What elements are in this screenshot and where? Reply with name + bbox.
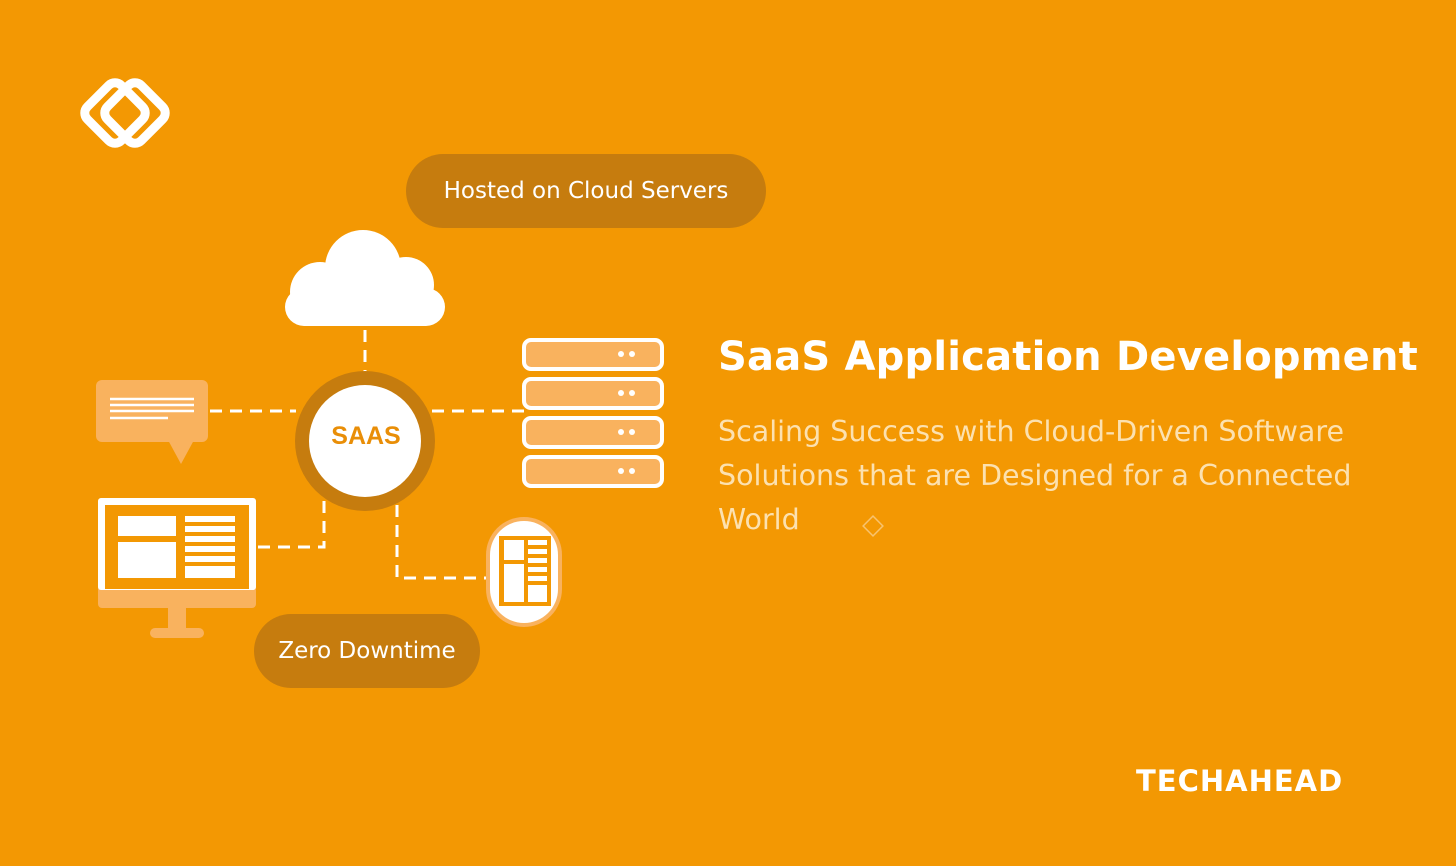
page-subtitle: Scaling Success with Cloud-Driven Softwa… (718, 415, 1352, 536)
cloud-icon (285, 230, 445, 326)
hosted-cloud-label: Hosted on Cloud Servers (443, 178, 729, 204)
logo-icon (80, 78, 170, 148)
saas-center-label: SAAS (331, 422, 401, 450)
server-rack-icon (522, 338, 664, 488)
monitor-icon (98, 498, 256, 638)
brand-wordmark: TECHAHEAD (1136, 764, 1344, 798)
chat-bubble-icon (96, 380, 208, 464)
mobile-phone-icon (486, 517, 562, 627)
zero-downtime-pill: Zero Downtime (254, 614, 480, 688)
zero-downtime-label: Zero Downtime (278, 638, 456, 664)
hosted-cloud-pill: Hosted on Cloud Servers (406, 154, 766, 228)
page-title: SaaS Application Development (718, 334, 1418, 380)
